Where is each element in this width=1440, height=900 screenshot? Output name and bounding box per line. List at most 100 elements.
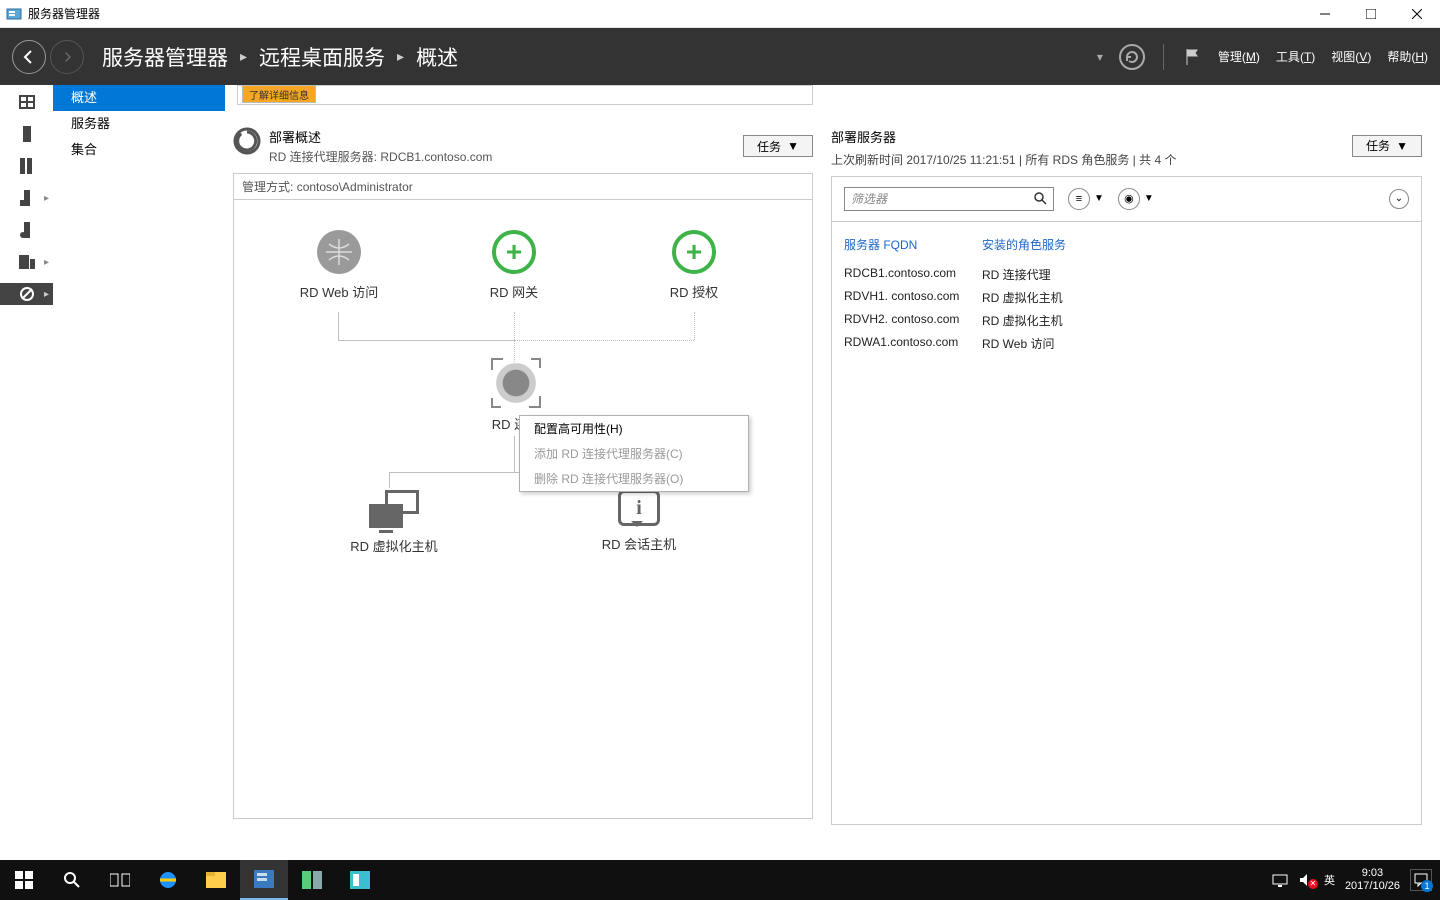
close-button[interactable] — [1394, 0, 1440, 28]
deploy-servers-header: 部署服务器 任务▼ — [831, 127, 1422, 146]
breadcrumb-level1[interactable]: 远程桌面服务 — [259, 42, 385, 72]
deployment-diagram: RD Web 访问 + RD 网关 + RD 授权 — [233, 199, 813, 819]
ctx-configure-ha[interactable]: 配置高可用性(H) — [520, 416, 748, 441]
col-role[interactable]: 安装的角色服务 — [982, 236, 1066, 253]
broker-selected-icon — [493, 360, 539, 406]
breadcrumb-root[interactable]: 服务器管理器 — [102, 42, 228, 72]
command-bar: 服务器管理器 ▸ 远程桌面服务 ▸ 概述 ▾ 管理(M) 工具(T) 视图(V)… — [0, 28, 1440, 85]
view-options-button[interactable]: ≡▼ — [1068, 188, 1104, 210]
node-label: RD 虚拟化主机 — [339, 536, 449, 555]
maximize-button[interactable] — [1348, 0, 1394, 28]
nav-collections[interactable]: 集合 — [53, 137, 225, 163]
plus-circle-icon: + — [672, 230, 716, 274]
table-row[interactable]: RDWA1.contoso.comRD Web 访问 — [844, 332, 1409, 355]
chevron-down-icon: ⌄ — [1395, 193, 1403, 204]
list-icon: ≡ — [1068, 188, 1090, 210]
taskbar: ✕ 英 9:03 2017/10/26 1 — [0, 860, 1440, 900]
task-view-button[interactable] — [96, 860, 144, 900]
search-button[interactable] — [48, 860, 96, 900]
refresh-button[interactable] — [1119, 44, 1145, 70]
taskbar-ie-icon[interactable] — [144, 860, 192, 900]
chevron-right-icon: ▸ — [397, 48, 404, 65]
menu-help[interactable]: 帮助(H) — [1387, 48, 1428, 65]
action-center-icon[interactable]: 1 — [1410, 869, 1432, 891]
caret-down-icon: ▼ — [1094, 193, 1104, 204]
node-label: RD 会话主机 — [584, 534, 694, 553]
chevron-right-icon: ▸ — [44, 193, 49, 204]
node-rd-web-access[interactable]: RD Web 访问 — [284, 230, 394, 301]
tray-network-icon[interactable] — [1272, 873, 1288, 887]
chevron-right-icon: ▸ — [240, 48, 247, 65]
rail-rds-icon[interactable]: ▸ — [0, 283, 53, 305]
node-label: RD 授权 — [649, 282, 739, 301]
chevron-right-icon: ▸ — [44, 289, 49, 300]
nav-overview[interactable]: 概述 — [53, 85, 225, 111]
dropdown-caret-icon[interactable]: ▾ — [1097, 50, 1103, 64]
ctx-remove-broker: 删除 RD 连接代理服务器(O) — [520, 466, 748, 491]
tasks-dropdown[interactable]: 任务▼ — [1352, 135, 1422, 157]
node-label: RD Web 访问 — [284, 282, 394, 301]
servers-table: 服务器 FQDN 安装的角色服务 RDCB1.contoso.comRD 连接代… — [831, 221, 1422, 825]
table-row[interactable]: RDCB1.contoso.comRD 连接代理 — [844, 263, 1409, 286]
deploy-servers-title: 部署服务器 — [831, 127, 896, 146]
node-label: RD 网关 — [469, 282, 559, 301]
ctx-add-broker: 添加 RD 连接代理服务器(C) — [520, 441, 748, 466]
menu-tools[interactable]: 工具(T) — [1276, 48, 1315, 65]
breadcrumb-level2[interactable]: 概述 — [416, 42, 458, 72]
node-rd-virtualization-host[interactable]: RD 虚拟化主机 — [339, 490, 449, 555]
start-button[interactable] — [0, 860, 48, 900]
tray-volume-icon[interactable]: ✕ — [1298, 873, 1314, 887]
rail-dashboard-icon[interactable] — [0, 91, 53, 113]
menu-view[interactable]: 视图(V) — [1331, 48, 1371, 65]
plus-circle-icon: + — [492, 230, 536, 274]
tasks-dropdown[interactable]: 任务▼ — [743, 135, 813, 157]
taskbar-app-icon[interactable] — [336, 860, 384, 900]
caret-down-icon: ▼ — [1396, 139, 1408, 153]
window-titlebar: 服务器管理器 — [0, 0, 1440, 28]
globe-icon — [317, 230, 361, 274]
node-rd-session-host[interactable]: i RD 会话主机 — [584, 490, 694, 553]
servers-toolbar: 筛选器 ≡▼ ◉▼ ⌄ — [831, 176, 1422, 221]
nav-servers[interactable]: 服务器 — [53, 111, 225, 137]
session-host-icon: i — [618, 490, 660, 526]
main-content: 了解详细信息 部署概述 RD 连接代理服务器: RDCB1.contoso.co… — [225, 85, 1440, 825]
nav-list: 概述 服务器 集合 — [53, 85, 225, 825]
notifications-flag-icon[interactable] — [1182, 47, 1202, 67]
refresh-section-icon[interactable] — [233, 127, 261, 155]
server-manager-icon — [6, 6, 22, 22]
table-header: 服务器 FQDN 安装的角色服务 — [844, 230, 1409, 263]
rail-fileservices-icon[interactable]: ▸ — [0, 187, 53, 209]
breadcrumb: 服务器管理器 ▸ 远程桌面服务 ▸ 概述 — [102, 42, 1097, 72]
taskbar-server-manager-icon[interactable] — [240, 860, 288, 900]
disk-icon: ◉ — [1118, 188, 1140, 210]
info-banner: 了解详细信息 — [237, 85, 813, 105]
deploy-servers-meta: 上次刷新时间 2017/10/25 11:21:51 | 所有 RDS 角色服务… — [831, 151, 1422, 168]
table-row[interactable]: RDVH2. contoso.comRD 虚拟化主机 — [844, 309, 1409, 332]
deploy-overview-subtitle: RD 连接代理服务器: RDCB1.contoso.com — [269, 148, 492, 165]
expand-button[interactable]: ⌄ — [1389, 189, 1409, 209]
info-banner-link[interactable]: 了解详细信息 — [242, 85, 316, 103]
rail-local-server-icon[interactable] — [0, 123, 53, 145]
chevron-right-icon: ▸ — [44, 257, 49, 268]
rail-hyper-v-icon[interactable] — [0, 219, 53, 241]
table-row[interactable]: RDVH1. contoso.comRD 虚拟化主机 — [844, 286, 1409, 309]
save-query-button[interactable]: ◉▼ — [1118, 188, 1154, 210]
rail-item-icon[interactable]: ▸ — [0, 251, 53, 273]
nav-back-button[interactable] — [12, 40, 46, 74]
taskbar-clock[interactable]: 9:03 2017/10/26 — [1345, 867, 1400, 893]
menu-manage[interactable]: 管理(M) — [1218, 48, 1260, 65]
node-rd-license[interactable]: + RD 授权 — [649, 230, 739, 301]
taskbar-app-icon[interactable] — [288, 860, 336, 900]
taskbar-explorer-icon[interactable] — [192, 860, 240, 900]
filter-placeholder: 筛选器 — [851, 190, 887, 207]
col-fqdn[interactable]: 服务器 FQDN — [844, 236, 964, 253]
rail-all-servers-icon[interactable] — [0, 155, 53, 177]
manage-as-line: 管理方式: contoso\Administrator — [233, 173, 813, 199]
search-icon — [1034, 192, 1047, 205]
filter-input[interactable]: 筛选器 — [844, 187, 1054, 211]
nav-forward-button[interactable] — [50, 40, 84, 74]
minimize-button[interactable] — [1302, 0, 1348, 28]
caret-down-icon: ▼ — [787, 139, 799, 153]
node-rd-gateway[interactable]: + RD 网关 — [469, 230, 559, 301]
ime-indicator[interactable]: 英 — [1324, 872, 1335, 888]
